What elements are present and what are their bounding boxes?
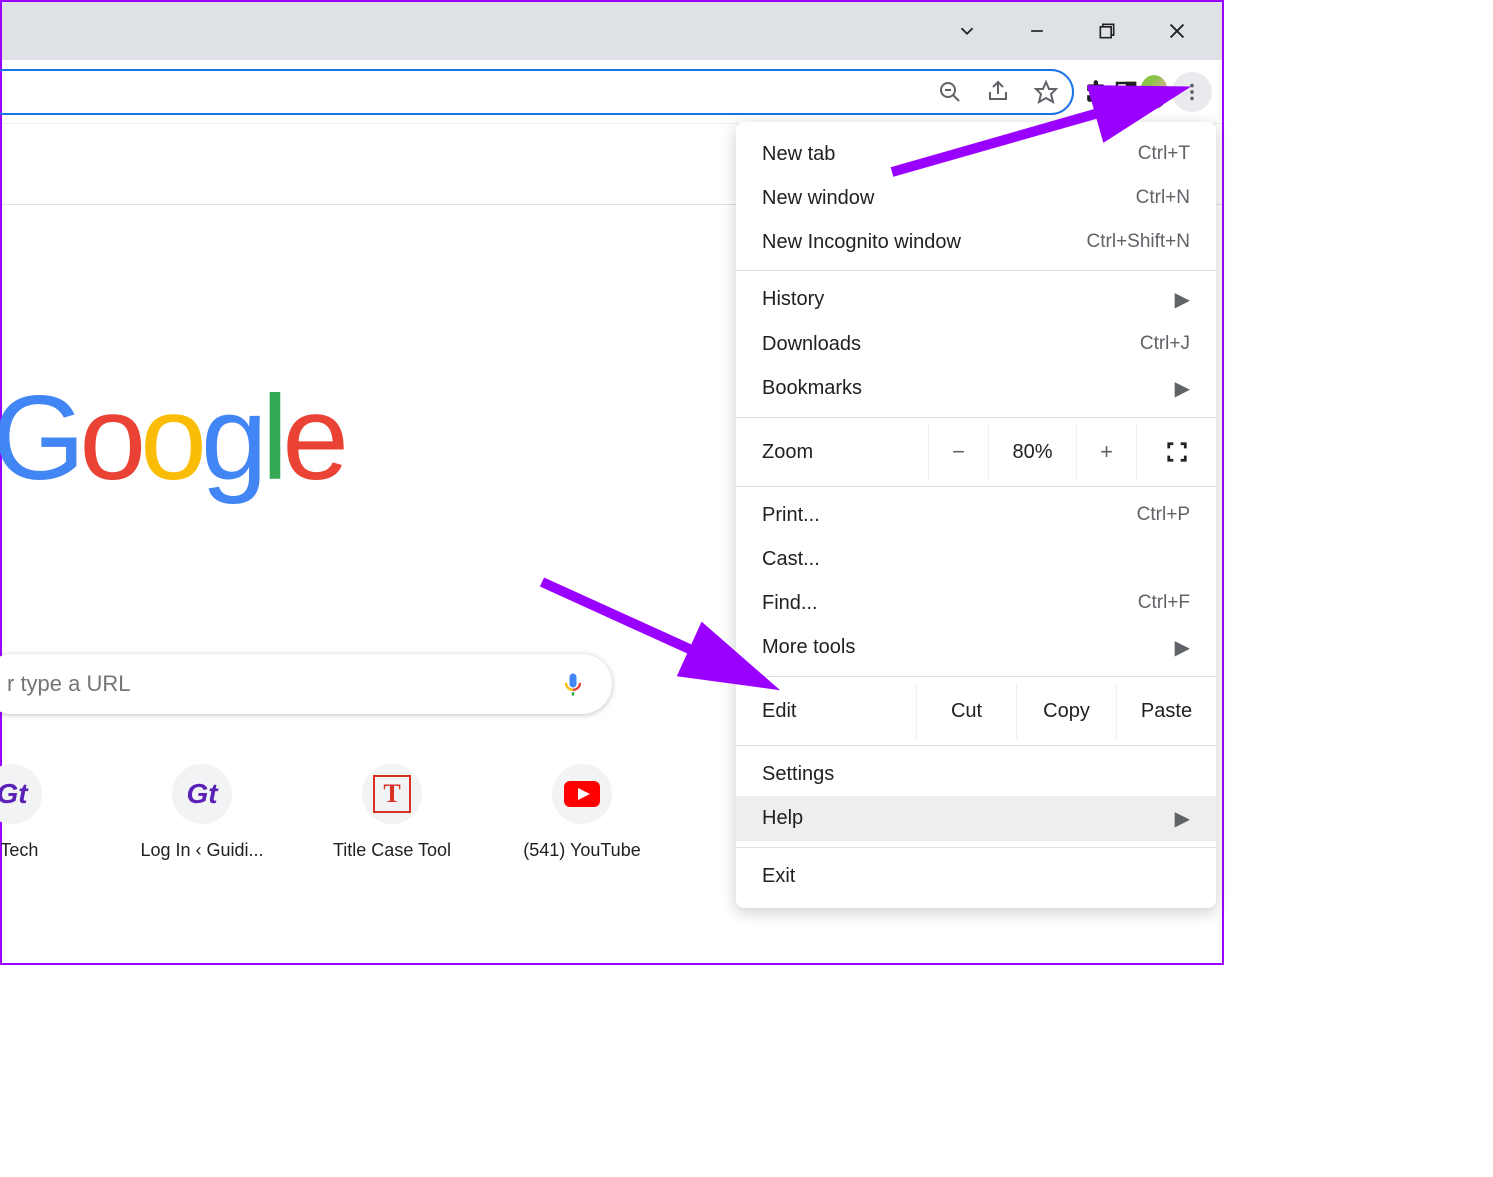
menu-bookmarks[interactable]: Bookmarks ▶ xyxy=(736,366,1216,411)
edit-paste-button[interactable]: Paste xyxy=(1116,683,1216,739)
shortcut-login-guidi[interactable]: Gt Log In ‹ Guidi... xyxy=(132,764,272,861)
shortcut-title-case[interactable]: T Title Case Tool xyxy=(322,764,462,861)
avatar-image xyxy=(1140,75,1168,109)
browser-toolbar xyxy=(2,60,1222,124)
zoom-level: 80% xyxy=(988,424,1076,480)
edit-label: Edit xyxy=(762,683,916,739)
menu-downloads[interactable]: Downloads Ctrl+J xyxy=(736,322,1216,366)
zoom-label: Zoom xyxy=(762,441,928,464)
menu-new-incognito[interactable]: New Incognito window Ctrl+Shift+N xyxy=(736,220,1216,264)
more-vert-icon xyxy=(1181,81,1203,103)
fullscreen-button[interactable] xyxy=(1136,424,1216,480)
maximize-icon xyxy=(1097,21,1117,41)
shortcuts-row: Gt g Tech Gt Log In ‹ Guidi... T Title C… xyxy=(2,764,652,861)
edit-copy-button[interactable]: Copy xyxy=(1016,683,1116,739)
menu-new-window[interactable]: New window Ctrl+N xyxy=(736,176,1216,220)
omnibox[interactable] xyxy=(0,69,1074,115)
minimize-icon xyxy=(1027,21,1047,41)
close-button[interactable] xyxy=(1142,2,1212,60)
close-icon xyxy=(1166,20,1188,42)
submenu-arrow-icon: ▶ xyxy=(1175,635,1190,660)
window-titlebar xyxy=(2,2,1222,60)
tabs-dropdown-button[interactable] xyxy=(932,2,1002,60)
search-box[interactable] xyxy=(0,654,612,714)
shortcut-label: g Tech xyxy=(0,840,38,861)
submenu-arrow-icon: ▶ xyxy=(1175,806,1190,831)
share-icon[interactable] xyxy=(984,78,1012,106)
shortcut-label: Log In ‹ Guidi... xyxy=(140,840,263,861)
menu-print[interactable]: Print... Ctrl+P xyxy=(736,493,1216,537)
menu-separator xyxy=(736,417,1216,418)
zoom-out-button[interactable]: − xyxy=(928,424,988,480)
shortcut-tile: Gt xyxy=(172,764,232,824)
search-input[interactable] xyxy=(7,671,559,697)
menu-separator xyxy=(736,486,1216,487)
shortcut-tile: Gt xyxy=(0,764,42,824)
menu-separator xyxy=(736,847,1216,848)
chevron-down-icon xyxy=(956,20,978,42)
menu-help[interactable]: Help ▶ xyxy=(736,796,1216,841)
menu-settings[interactable]: Settings xyxy=(736,752,1216,796)
menu-new-tab[interactable]: New tab Ctrl+T xyxy=(736,132,1216,176)
voice-search-icon[interactable] xyxy=(559,670,587,698)
maximize-button[interactable] xyxy=(1072,2,1142,60)
bookmark-star-icon[interactable] xyxy=(1032,78,1060,106)
menu-zoom-row: Zoom − 80% + xyxy=(736,424,1216,480)
minimize-button[interactable] xyxy=(1002,2,1072,60)
shortcut-label: (541) YouTube xyxy=(523,840,640,861)
menu-separator xyxy=(736,270,1216,271)
zoom-out-icon[interactable] xyxy=(936,78,964,106)
menu-find[interactable]: Find... Ctrl+F xyxy=(736,581,1216,625)
menu-separator xyxy=(736,745,1216,746)
shortcut-tile: T xyxy=(362,764,422,824)
profile-avatar[interactable] xyxy=(1140,78,1168,106)
zoom-in-button[interactable]: + xyxy=(1076,424,1136,480)
edit-cut-button[interactable]: Cut xyxy=(916,683,1016,739)
shortcut-label: Title Case Tool xyxy=(333,840,451,861)
menu-exit[interactable]: Exit xyxy=(736,854,1216,898)
extensions-button[interactable] xyxy=(1084,78,1112,106)
shortcut-guiding-tech[interactable]: Gt g Tech xyxy=(0,764,82,861)
more-menu-button[interactable] xyxy=(1172,72,1212,112)
fullscreen-icon xyxy=(1166,441,1188,463)
google-logo: Google xyxy=(0,369,343,507)
submenu-arrow-icon: ▶ xyxy=(1175,287,1190,312)
menu-separator xyxy=(736,676,1216,677)
menu-history[interactable]: History ▶ xyxy=(736,277,1216,322)
shortcut-youtube[interactable]: (541) YouTube xyxy=(512,764,652,861)
menu-more-tools[interactable]: More tools ▶ xyxy=(736,625,1216,670)
shortcut-tile xyxy=(552,764,612,824)
sidepanel-button[interactable] xyxy=(1112,78,1140,106)
menu-cast[interactable]: Cast... xyxy=(736,537,1216,581)
menu-edit-row: Edit Cut Copy Paste xyxy=(736,683,1216,739)
chrome-menu: New tab Ctrl+T New window Ctrl+N New Inc… xyxy=(736,122,1216,908)
submenu-arrow-icon: ▶ xyxy=(1175,376,1190,401)
